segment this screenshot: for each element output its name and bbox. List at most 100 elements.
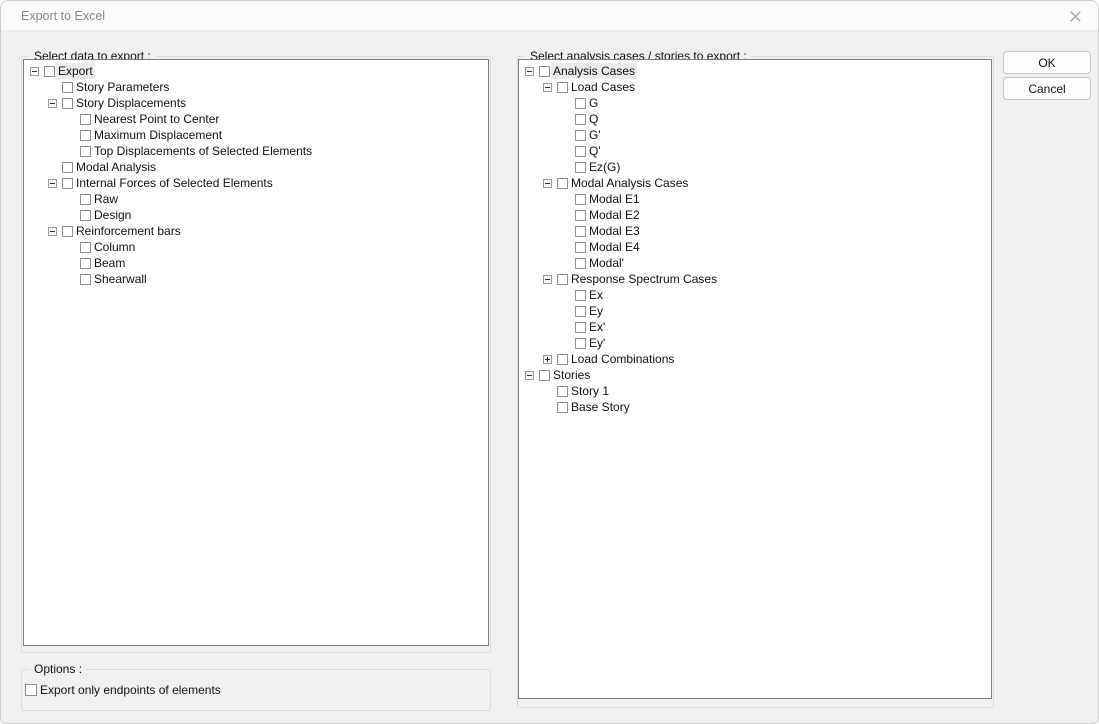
collapse-icon[interactable]	[525, 66, 534, 76]
tree-checkbox[interactable]	[575, 241, 586, 253]
tree-item-label: Ex'	[589, 320, 606, 334]
tree-checkbox[interactable]	[80, 241, 91, 253]
tree-row[interactable]: Maximum Displacement	[24, 127, 488, 143]
tree-checkbox[interactable]	[575, 97, 586, 109]
tree-row[interactable]: Column	[24, 239, 488, 255]
tree-checkbox[interactable]	[575, 129, 586, 141]
tree-item-label: Ez(G)	[589, 160, 621, 174]
export-only-endpoints-checkbox[interactable]	[25, 684, 37, 696]
tree-checkbox[interactable]	[557, 353, 568, 365]
tree-row[interactable]: Q'	[519, 143, 991, 159]
tree-checkbox[interactable]	[80, 209, 91, 221]
tree-row[interactable]: Export	[24, 63, 488, 79]
tree-row[interactable]: Load Combinations	[519, 351, 991, 367]
tree-item-label: Nearest Point to Center	[94, 112, 220, 126]
tree-checkbox[interactable]	[575, 161, 586, 173]
analysis-cases-tree[interactable]: Analysis Cases Load Cases G Q G' Q' Ez(G) Modal…	[518, 59, 992, 699]
tree-checkbox[interactable]	[575, 145, 586, 157]
tree-row[interactable]: Story Displacements	[24, 95, 488, 111]
tree-checkbox[interactable]	[539, 65, 550, 77]
tree-checkbox[interactable]	[575, 113, 586, 125]
tree-checkbox[interactable]	[80, 145, 91, 157]
tree-checkbox[interactable]	[557, 401, 568, 413]
tree-row[interactable]: Internal Forces of Selected Elements	[24, 175, 488, 191]
tree-checkbox[interactable]	[539, 369, 550, 381]
collapse-icon[interactable]	[30, 66, 39, 76]
tree-checkbox[interactable]	[80, 193, 91, 205]
tree-row[interactable]: Top Displacements of Selected Elements	[24, 143, 488, 159]
tree-checkbox[interactable]	[80, 257, 91, 269]
tree-row[interactable]: Story 1	[519, 383, 991, 399]
tree-checkbox[interactable]	[557, 273, 568, 285]
collapse-icon[interactable]	[48, 178, 57, 188]
tree-row[interactable]: Ey'	[519, 335, 991, 351]
tree-checkbox[interactable]	[62, 225, 73, 237]
tree-checkbox[interactable]	[575, 337, 586, 349]
tree-row[interactable]: Reinforcement bars	[24, 223, 488, 239]
tree-checkbox[interactable]	[62, 81, 73, 93]
tree-row[interactable]: Shearwall	[24, 271, 488, 287]
tree-row[interactable]: G'	[519, 127, 991, 143]
tree-row[interactable]: Story Parameters	[24, 79, 488, 95]
tree-checkbox[interactable]	[80, 129, 91, 141]
tree-item-label: Load Combinations	[571, 352, 675, 366]
data-tree[interactable]: Export Story Parameters Story Displacement…	[23, 59, 489, 646]
tree-item-label: Export	[56, 63, 95, 79]
tree-row[interactable]: G	[519, 95, 991, 111]
tree-row[interactable]: Beam	[24, 255, 488, 271]
tree-row[interactable]: Ez(G)	[519, 159, 991, 175]
tree-row[interactable]: Load Cases	[519, 79, 991, 95]
tree-row[interactable]: Q	[519, 111, 991, 127]
tree-checkbox[interactable]	[80, 273, 91, 285]
tree-checkbox[interactable]	[575, 209, 586, 221]
collapse-icon[interactable]	[543, 274, 552, 284]
expand-icon[interactable]	[543, 354, 552, 364]
tree-checkbox[interactable]	[557, 81, 568, 93]
tree-checkbox[interactable]	[557, 385, 568, 397]
tree-checkbox[interactable]	[80, 113, 91, 125]
tree-checkbox[interactable]	[575, 257, 586, 269]
tree-row[interactable]: Modal E2	[519, 207, 991, 223]
tree-checkbox[interactable]	[62, 97, 73, 109]
tree-row[interactable]: Response Spectrum Cases	[519, 271, 991, 287]
tree-item-label: Ey	[589, 304, 604, 318]
tree-row[interactable]: Modal E1	[519, 191, 991, 207]
tree-row[interactable]: Base Story	[519, 399, 991, 415]
tree-item-label: Stories	[553, 368, 591, 382]
collapse-icon[interactable]	[543, 178, 552, 188]
tree-checkbox[interactable]	[575, 225, 586, 237]
collapse-icon[interactable]	[48, 226, 57, 236]
collapse-icon[interactable]	[543, 82, 552, 92]
tree-checkbox[interactable]	[44, 65, 55, 77]
cancel-button[interactable]: Cancel	[1003, 77, 1091, 100]
tree-checkbox[interactable]	[575, 193, 586, 205]
tree-row[interactable]: Modal'	[519, 255, 991, 271]
tree-row[interactable]: Raw	[24, 191, 488, 207]
tree-checkbox[interactable]	[575, 305, 586, 317]
tree-row[interactable]: Modal Analysis Cases	[519, 175, 991, 191]
tree-row[interactable]: Ey	[519, 303, 991, 319]
tree-row[interactable]: Ex'	[519, 319, 991, 335]
collapse-icon[interactable]	[525, 370, 534, 380]
collapse-icon[interactable]	[48, 98, 57, 108]
tree-row[interactable]: Ex	[519, 287, 991, 303]
tree-checkbox[interactable]	[575, 289, 586, 301]
tree-row[interactable]: Analysis Cases	[519, 63, 991, 79]
close-button[interactable]	[1052, 1, 1098, 31]
tree-row[interactable]: Modal Analysis	[24, 159, 488, 175]
tree-row[interactable]: Modal E3	[519, 223, 991, 239]
tree-item-label: Response Spectrum Cases	[571, 272, 718, 286]
tree-row[interactable]: Stories	[519, 367, 991, 383]
tree-item-label: Analysis Cases	[551, 63, 638, 79]
tree-checkbox[interactable]	[62, 177, 73, 189]
tree-row[interactable]: Design	[24, 207, 488, 223]
window-title: Export to Excel	[21, 9, 106, 23]
tree-checkbox[interactable]	[557, 177, 568, 189]
export-only-endpoints-row[interactable]: Export only endpoints of elements	[25, 683, 221, 697]
tree-checkbox[interactable]	[575, 321, 586, 333]
tree-item-label: Beam	[94, 256, 126, 270]
tree-row[interactable]: Nearest Point to Center	[24, 111, 488, 127]
ok-button[interactable]: OK	[1003, 51, 1091, 74]
tree-checkbox[interactable]	[62, 161, 73, 173]
tree-row[interactable]: Modal E4	[519, 239, 991, 255]
